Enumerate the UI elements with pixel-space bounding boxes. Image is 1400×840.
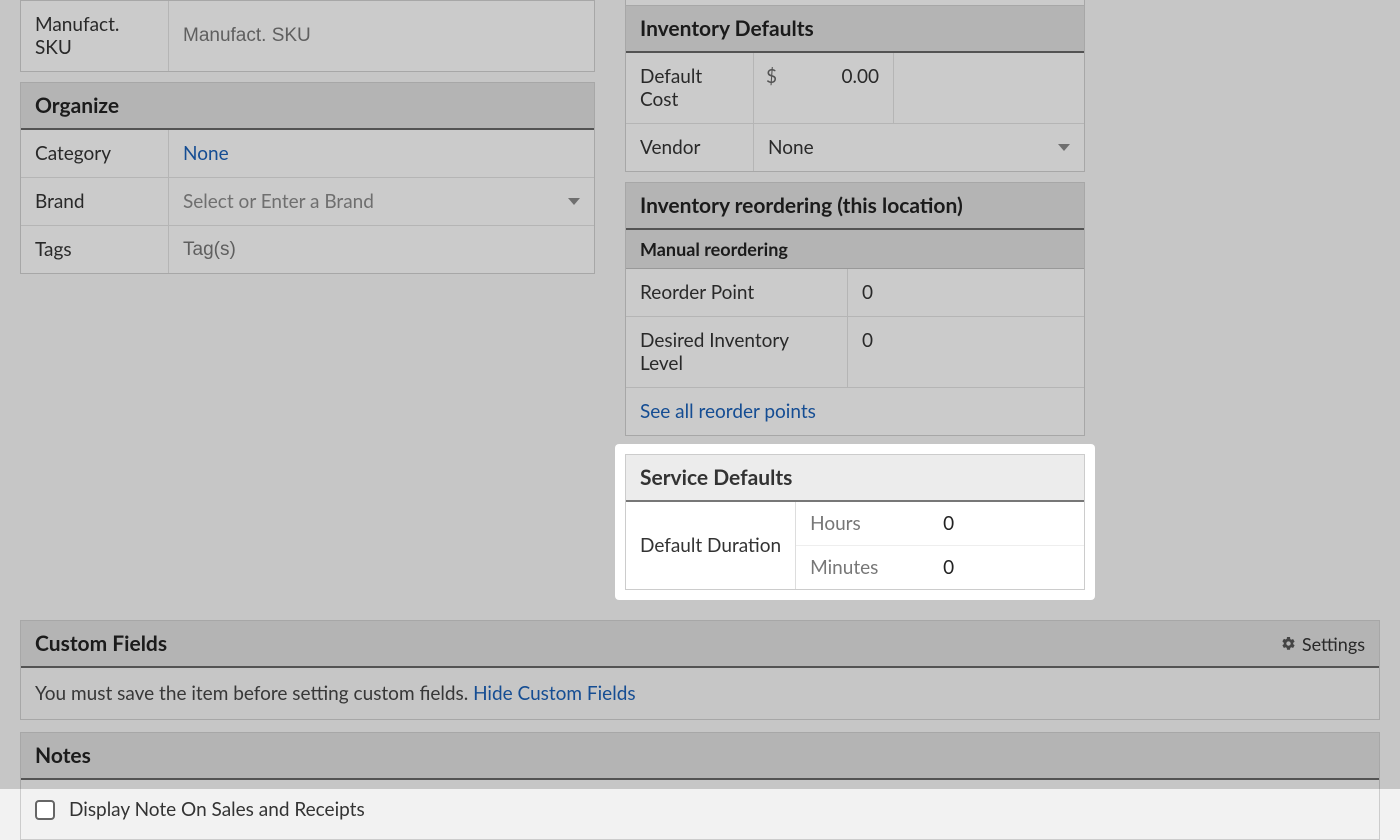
chevron-down-icon [1058, 144, 1070, 151]
manufact-sku-input[interactable] [169, 1, 594, 71]
inventory-reordering-panel: Inventory reordering (this location) Man… [625, 182, 1085, 436]
manufact-sku-row: Manufact. SKU [20, 0, 595, 72]
service-defaults-highlight: Service Defaults Default Duration Hours … [617, 446, 1093, 598]
organize-header: Organize [21, 83, 594, 130]
organize-panel: Organize Category None Brand Select or E… [20, 82, 595, 274]
currency-symbol: $ [754, 53, 789, 123]
category-value-link[interactable]: None [183, 142, 229, 165]
vendor-select[interactable]: None [754, 124, 1084, 171]
display-note-checkbox[interactable] [35, 800, 55, 820]
notes-panel: Notes Display Note On Sales and Receipts [20, 732, 1380, 840]
chevron-down-icon [568, 198, 580, 205]
see-all-reorder-link[interactable]: See all reorder points [640, 400, 816, 423]
vendor-value: None [768, 136, 814, 159]
settings-label: Settings [1302, 633, 1365, 655]
reorder-point-input[interactable]: 0 [848, 269, 1084, 316]
hours-label: Hours [796, 502, 929, 545]
display-note-label: Display Note On Sales and Receipts [69, 798, 365, 821]
minutes-input[interactable]: 0 [929, 546, 968, 589]
default-cost-label: Default Cost [626, 53, 754, 123]
hide-custom-fields-link[interactable]: Hide Custom Fields [473, 682, 636, 705]
desired-level-input[interactable]: 0 [848, 317, 1084, 387]
default-cost-input[interactable]: 0.00 [789, 53, 894, 123]
desired-level-label: Desired Inventory Level [626, 317, 848, 387]
vendor-label: Vendor [626, 124, 754, 171]
tags-label: Tags [21, 226, 169, 273]
manufact-sku-label: Manufact. SKU [21, 1, 169, 71]
brand-label: Brand [21, 178, 169, 225]
hours-input[interactable]: 0 [929, 502, 968, 545]
custom-fields-settings-link[interactable]: Settings [1281, 633, 1365, 655]
default-duration-label: Default Duration [626, 502, 796, 589]
gear-icon [1281, 636, 1296, 651]
reordering-header: Inventory reordering (this location) [626, 183, 1084, 230]
manual-reordering-header: Manual reordering [626, 230, 1084, 269]
inventory-defaults-panel: Inventory Defaults Default Cost $ 0.00 V… [625, 0, 1085, 172]
notes-header: Notes [21, 733, 1379, 780]
brand-select[interactable]: Select or Enter a Brand [169, 178, 594, 225]
brand-placeholder: Select or Enter a Brand [183, 190, 374, 213]
service-defaults-header: Service Defaults [626, 455, 1084, 502]
inventory-defaults-header: Inventory Defaults [626, 6, 1084, 53]
minutes-label: Minutes [796, 546, 929, 589]
custom-fields-message: You must save the item before setting cu… [35, 682, 473, 705]
custom-fields-panel: Custom Fields Settings You must save the… [20, 620, 1380, 720]
custom-fields-header: Custom Fields Settings [21, 621, 1379, 668]
category-label: Category [21, 130, 169, 177]
tags-input[interactable] [169, 226, 594, 273]
custom-fields-title: Custom Fields [35, 631, 167, 656]
service-defaults-panel: Service Defaults Default Duration Hours … [625, 454, 1085, 590]
reorder-point-label: Reorder Point [626, 269, 848, 316]
